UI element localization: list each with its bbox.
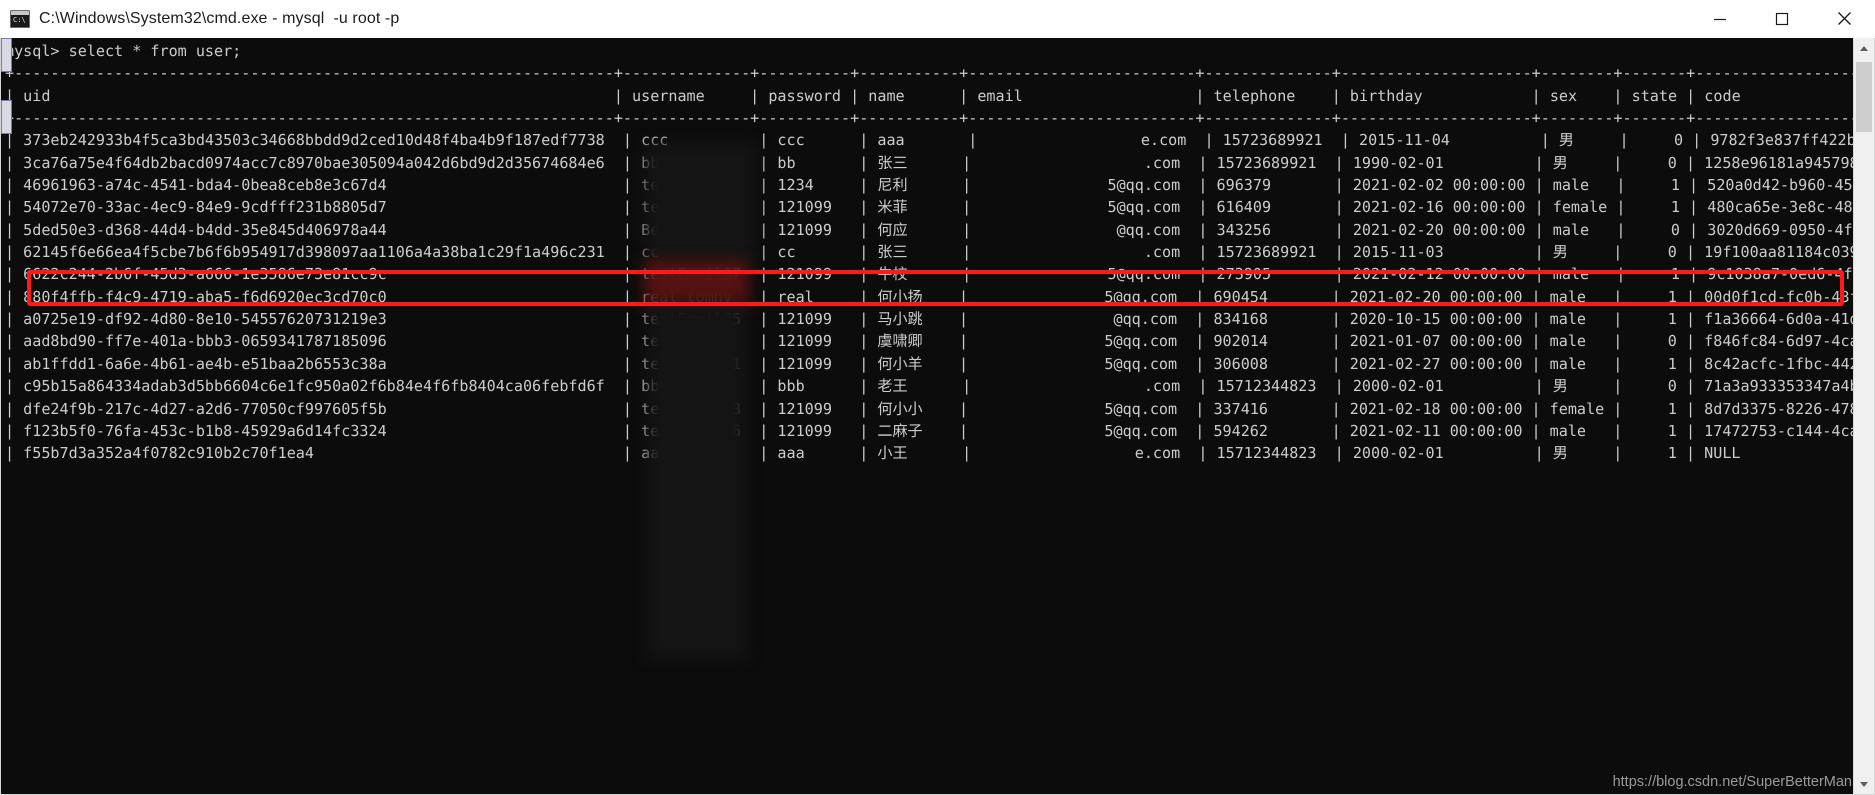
window-title: C:\Windows\System32\cmd.exe - mysql -u r… (39, 9, 400, 27)
close-button[interactable] (1813, 0, 1875, 38)
terminal-scrollbar[interactable] (1853, 38, 1874, 794)
cmd-exe-icon (10, 9, 30, 28)
scroll-down-arrow[interactable] (1854, 774, 1874, 794)
minimize-button[interactable] (1689, 0, 1751, 38)
console-text: mysql> select * from user; +------------… (5, 42, 1853, 463)
left-edge-mark-mid (1, 100, 12, 134)
terminal-area: mysql> select * from user; +------------… (0, 38, 1875, 795)
scrollbar-thumb[interactable] (1856, 62, 1872, 132)
console-output-surface[interactable]: mysql> select * from user; +------------… (1, 38, 1853, 794)
left-edge-mark-top (1, 38, 12, 72)
title-bar[interactable]: C:\Windows\System32\cmd.exe - mysql -u r… (0, 0, 1875, 38)
cmd-window: C:\Windows\System32\cmd.exe - mysql -u r… (0, 0, 1875, 795)
window-controls (1689, 0, 1875, 38)
maximize-button[interactable] (1751, 0, 1813, 38)
scrollbar-track[interactable] (1854, 58, 1874, 774)
scroll-up-arrow[interactable] (1854, 38, 1874, 58)
title-bar-left: C:\Windows\System32\cmd.exe - mysql -u r… (0, 9, 1689, 28)
